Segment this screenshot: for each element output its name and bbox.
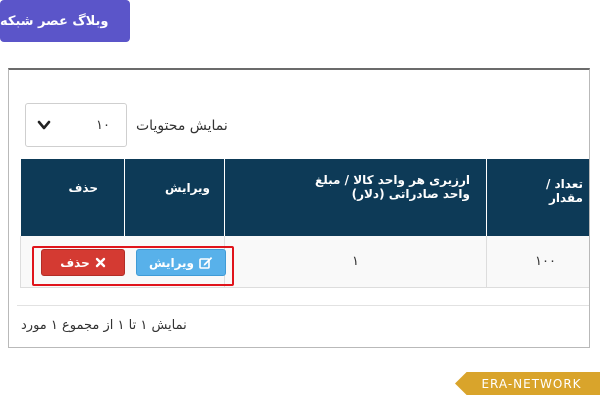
length-menu-label: نمایش محتویات bbox=[136, 118, 228, 134]
datatable-panel: نمایش محتویات ۱۰ تعداد / مقدار ارزیری هر… bbox=[8, 68, 590, 348]
cell-quantity: ۱۰۰ bbox=[500, 236, 589, 288]
column-header-edit[interactable]: ویرایش bbox=[124, 159, 224, 236]
header-value-line2: واحد صادراتی (دلار) bbox=[351, 187, 470, 201]
header-quantity-line1: تعداد / bbox=[545, 177, 583, 191]
column-header-value[interactable]: ارزیری هر واحد کالا / مبلغ واحد صادراتی … bbox=[224, 159, 486, 236]
blog-badge-text: وبلاگ عصر شبکه bbox=[0, 13, 109, 29]
delete-button[interactable]: حذف bbox=[41, 249, 125, 276]
header-edit-label: ویرایش bbox=[164, 181, 210, 195]
chevron-down-icon bbox=[37, 120, 51, 130]
close-icon bbox=[95, 257, 105, 268]
edit-button-label: ویرایش bbox=[149, 255, 195, 270]
header-quantity-line2: مقدار bbox=[548, 191, 583, 205]
header-value-line1: ارزیری هر واحد کالا / مبلغ bbox=[315, 173, 470, 187]
column-header-spacer bbox=[486, 159, 500, 236]
header-delete-label: حذف bbox=[68, 181, 98, 195]
cell-value-value: ۱ bbox=[352, 254, 359, 269]
column-header-quantity[interactable]: تعداد / مقدار bbox=[500, 159, 589, 236]
divider bbox=[17, 305, 589, 306]
watermark-ribbon: ERA-NETWORK bbox=[455, 372, 600, 395]
delete-button-label: حذف bbox=[60, 255, 90, 270]
length-select[interactable]: ۱۰ bbox=[25, 103, 127, 147]
cell-quantity-value: ۱۰۰ bbox=[535, 254, 556, 269]
watermark-text: ERA-NETWORK bbox=[481, 376, 582, 391]
cell-actions: ویرایش حذف bbox=[20, 236, 234, 288]
length-select-value: ۱۰ bbox=[96, 118, 110, 133]
column-header-delete[interactable]: حذف bbox=[20, 159, 124, 236]
edit-icon bbox=[199, 256, 213, 269]
cell-spacer bbox=[486, 236, 500, 288]
blog-badge: وبلاگ عصر شبکه bbox=[0, 0, 130, 42]
edit-button[interactable]: ویرایش bbox=[136, 249, 226, 276]
data-table: تعداد / مقدار ارزیری هر واحد کالا / مبلغ… bbox=[20, 159, 589, 288]
cell-value: ۱ bbox=[224, 236, 486, 288]
table-info: نمایش ۱ تا ۱ از مجموع ۱ مورد bbox=[21, 318, 187, 333]
